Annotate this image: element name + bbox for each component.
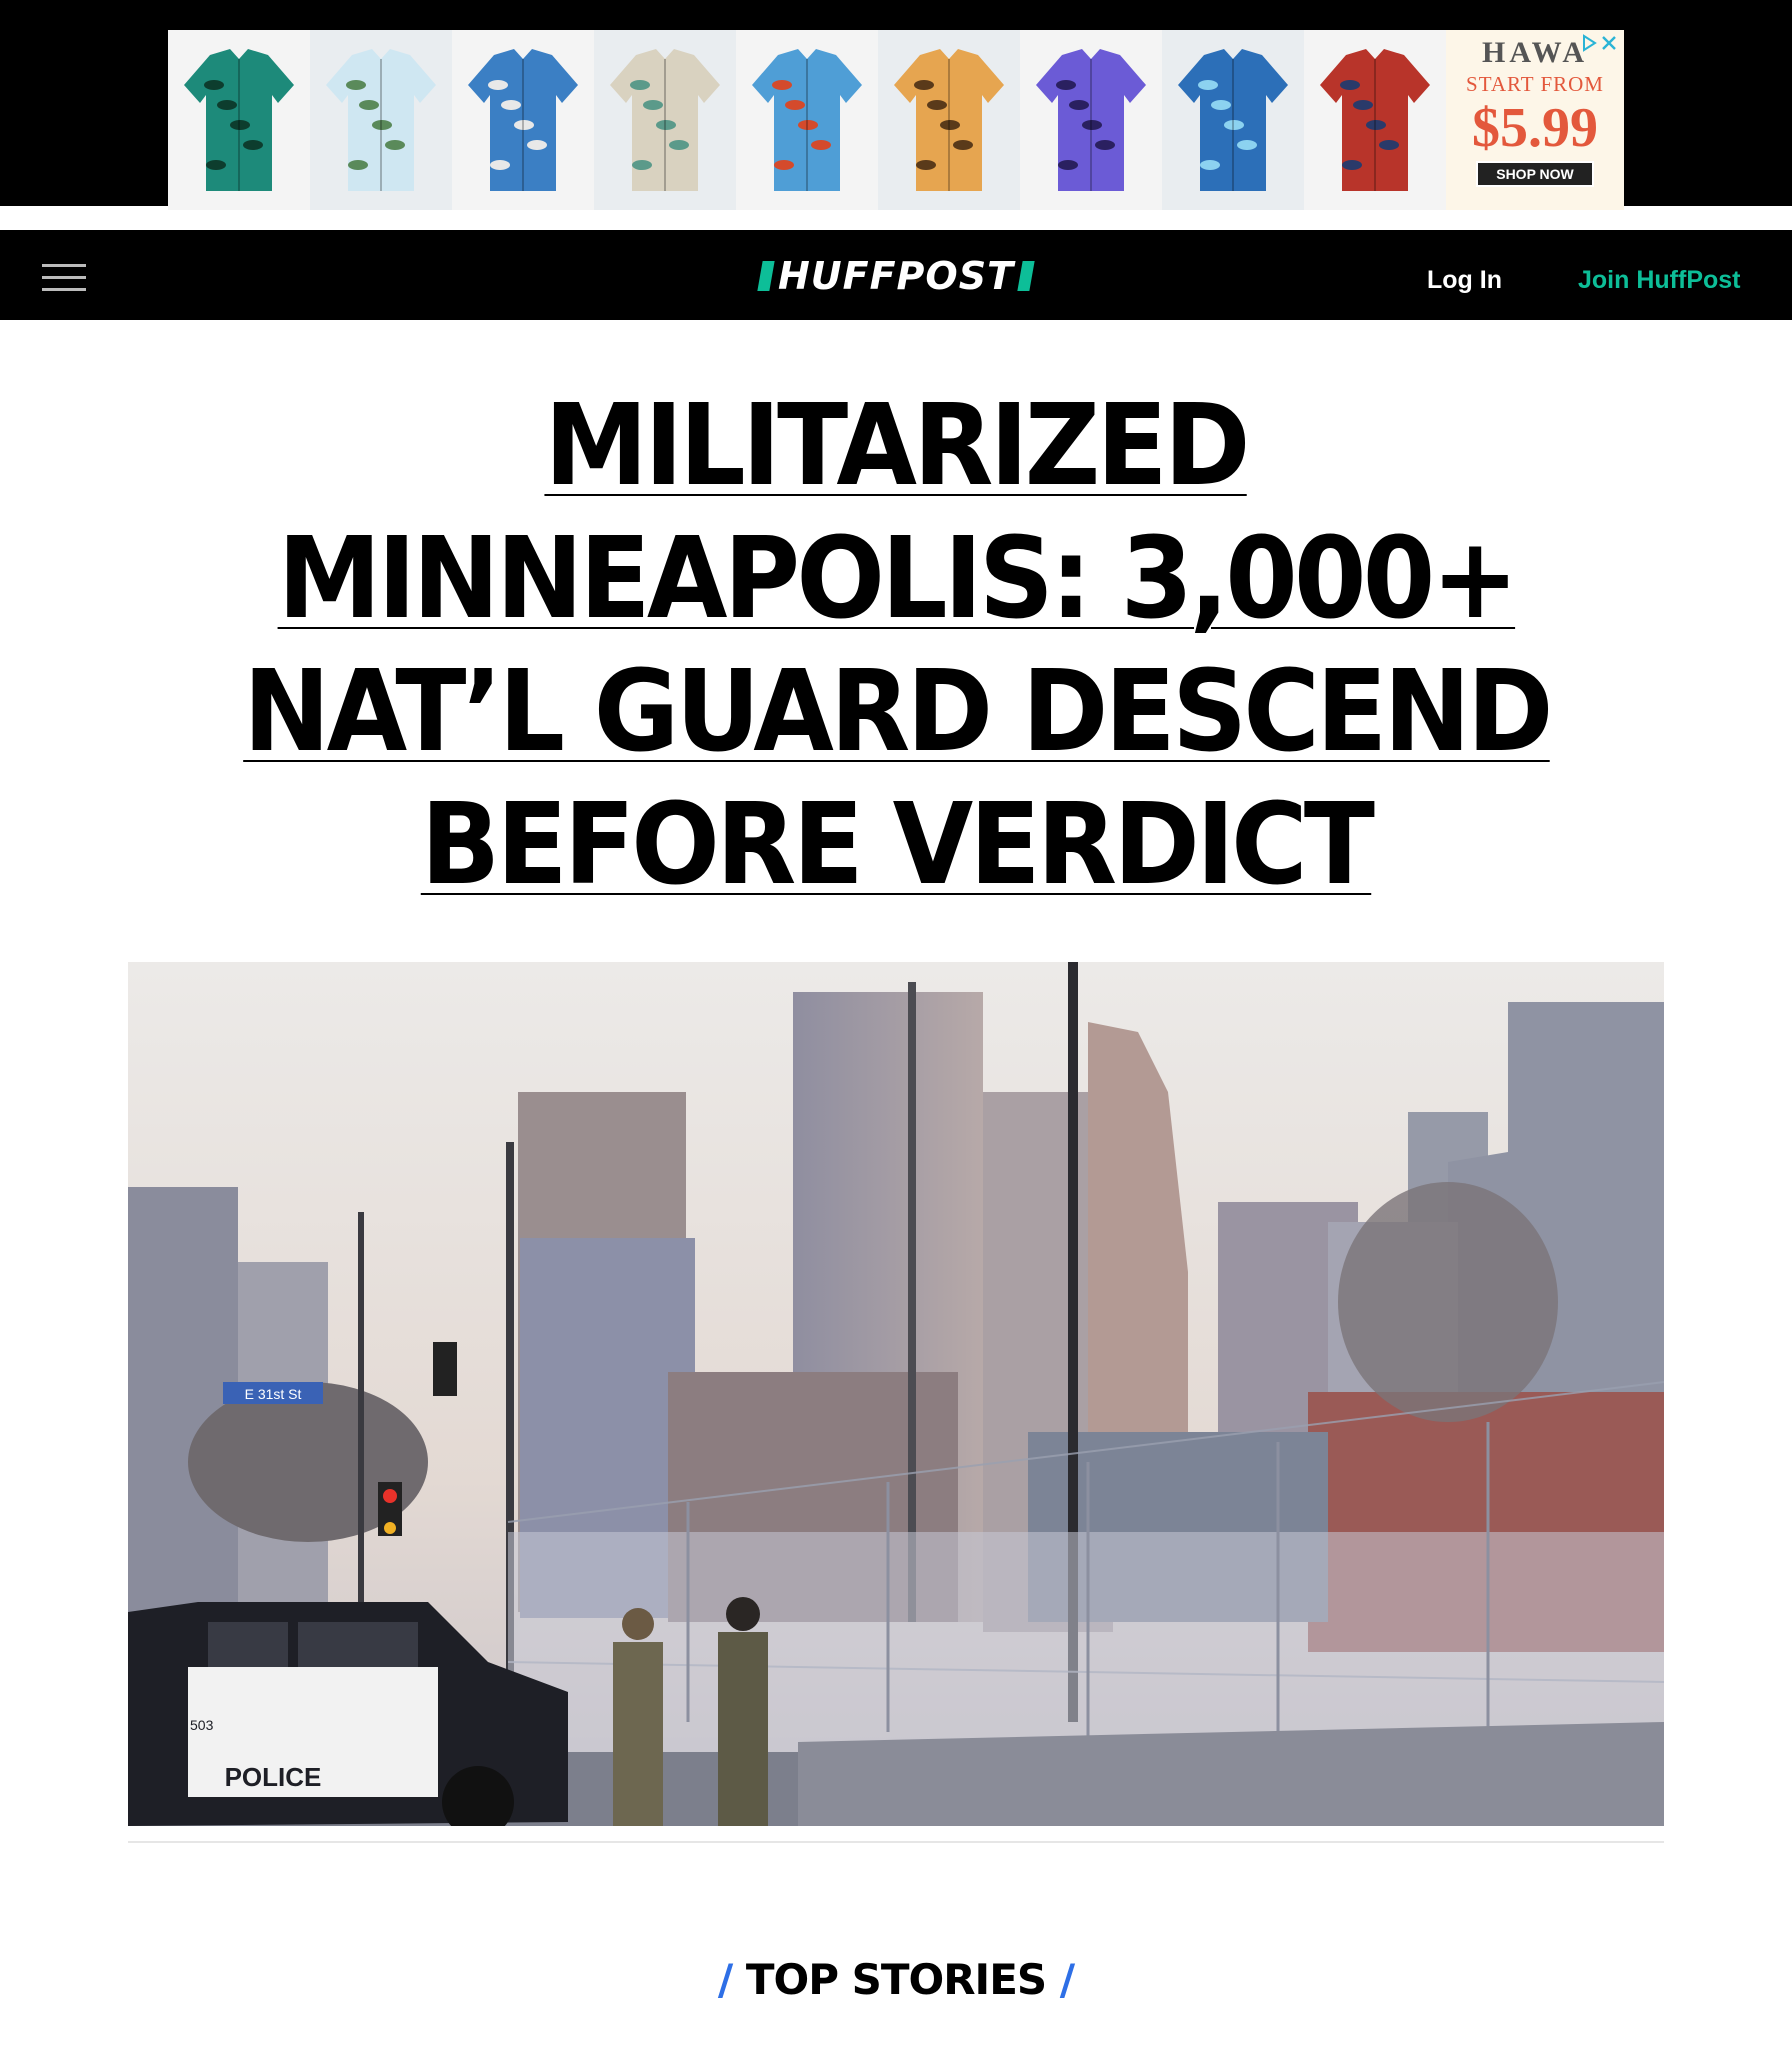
headline-line-3[interactable]: NAT’L GUARD DESCEND bbox=[243, 646, 1553, 779]
hero-photo-illustration: E 31st St POLICE 503 bbox=[128, 962, 1664, 1826]
headline[interactable]: MILITARIZED MINNEAPOLIS: 3,000+ NAT’L GU… bbox=[180, 380, 1612, 912]
shirt-icon bbox=[610, 49, 720, 191]
ad-shop-now-button[interactable]: SHOP NOW bbox=[1476, 161, 1594, 187]
slash-right: / bbox=[1059, 1955, 1075, 2004]
street-sign: E 31st St bbox=[245, 1386, 302, 1402]
police-car-label: POLICE bbox=[225, 1762, 322, 1792]
ad-shirt-thumbnail[interactable] bbox=[168, 30, 310, 210]
shirt-icon bbox=[752, 49, 862, 191]
menu-hamburger-icon[interactable] bbox=[42, 264, 86, 294]
shirt-icon bbox=[468, 49, 578, 191]
adchoices-play-icon[interactable] bbox=[1580, 34, 1598, 52]
shirt-icon bbox=[1320, 49, 1430, 191]
shirt-icon bbox=[184, 49, 294, 191]
hero-image[interactable]: E 31st St POLICE 503 bbox=[128, 962, 1664, 1826]
top-stories-label: TOP STORIES bbox=[745, 1955, 1047, 2004]
ad-shirt-thumbnail[interactable] bbox=[452, 30, 594, 210]
ad-shirt-thumbnail[interactable] bbox=[1020, 30, 1162, 210]
headline-line-4[interactable]: BEFORE VERDICT bbox=[421, 779, 1375, 912]
join-link[interactable]: Join HuffPost bbox=[1578, 266, 1741, 295]
ad-shirt-thumbnail[interactable] bbox=[736, 30, 878, 210]
ad-close-icon[interactable] bbox=[1600, 34, 1618, 52]
ad-shirt-thumbnail[interactable] bbox=[878, 30, 1020, 210]
ad-price: $5.99 bbox=[1472, 97, 1598, 159]
site-header: HUFFPOST Log In Join HuffPost bbox=[0, 230, 1792, 320]
police-car-number: 503 bbox=[190, 1717, 214, 1733]
ad-shirt-thumbnail[interactable] bbox=[594, 30, 736, 210]
ad-choices-icon[interactable] bbox=[1580, 34, 1618, 52]
ad-region: HAWA START FROM $5.99 SHOP NOW bbox=[0, 0, 1792, 210]
hero-divider bbox=[128, 1841, 1664, 1843]
shirt-icon bbox=[894, 49, 1004, 191]
headline-line-1[interactable]: MILITARIZED bbox=[545, 380, 1251, 513]
shirt-icon bbox=[326, 49, 436, 191]
ad-shirt-row bbox=[168, 30, 1446, 210]
ad-shirt-thumbnail[interactable] bbox=[1304, 30, 1446, 210]
ad-promo[interactable]: HAWA START FROM $5.99 SHOP NOW bbox=[1446, 30, 1624, 210]
logo-text: HUFFPOST bbox=[777, 254, 1015, 298]
slash-left: / bbox=[717, 1955, 733, 2004]
ad-shirt-thumbnail[interactable] bbox=[1162, 30, 1304, 210]
headline-line-2[interactable]: MINNEAPOLIS: 3,000+ bbox=[277, 513, 1518, 646]
huffpost-logo[interactable]: HUFFPOST bbox=[757, 254, 1035, 298]
ad-shirt-thumbnail[interactable] bbox=[310, 30, 452, 210]
top-stories-heading: / TOP STORIES / bbox=[0, 1955, 1792, 2004]
ad-banner[interactable]: HAWA START FROM $5.99 SHOP NOW bbox=[168, 30, 1624, 210]
login-link[interactable]: Log In bbox=[1427, 266, 1502, 295]
shirt-icon bbox=[1036, 49, 1146, 191]
shirt-icon bbox=[1178, 49, 1288, 191]
ad-start-text: START FROM bbox=[1466, 72, 1604, 96]
